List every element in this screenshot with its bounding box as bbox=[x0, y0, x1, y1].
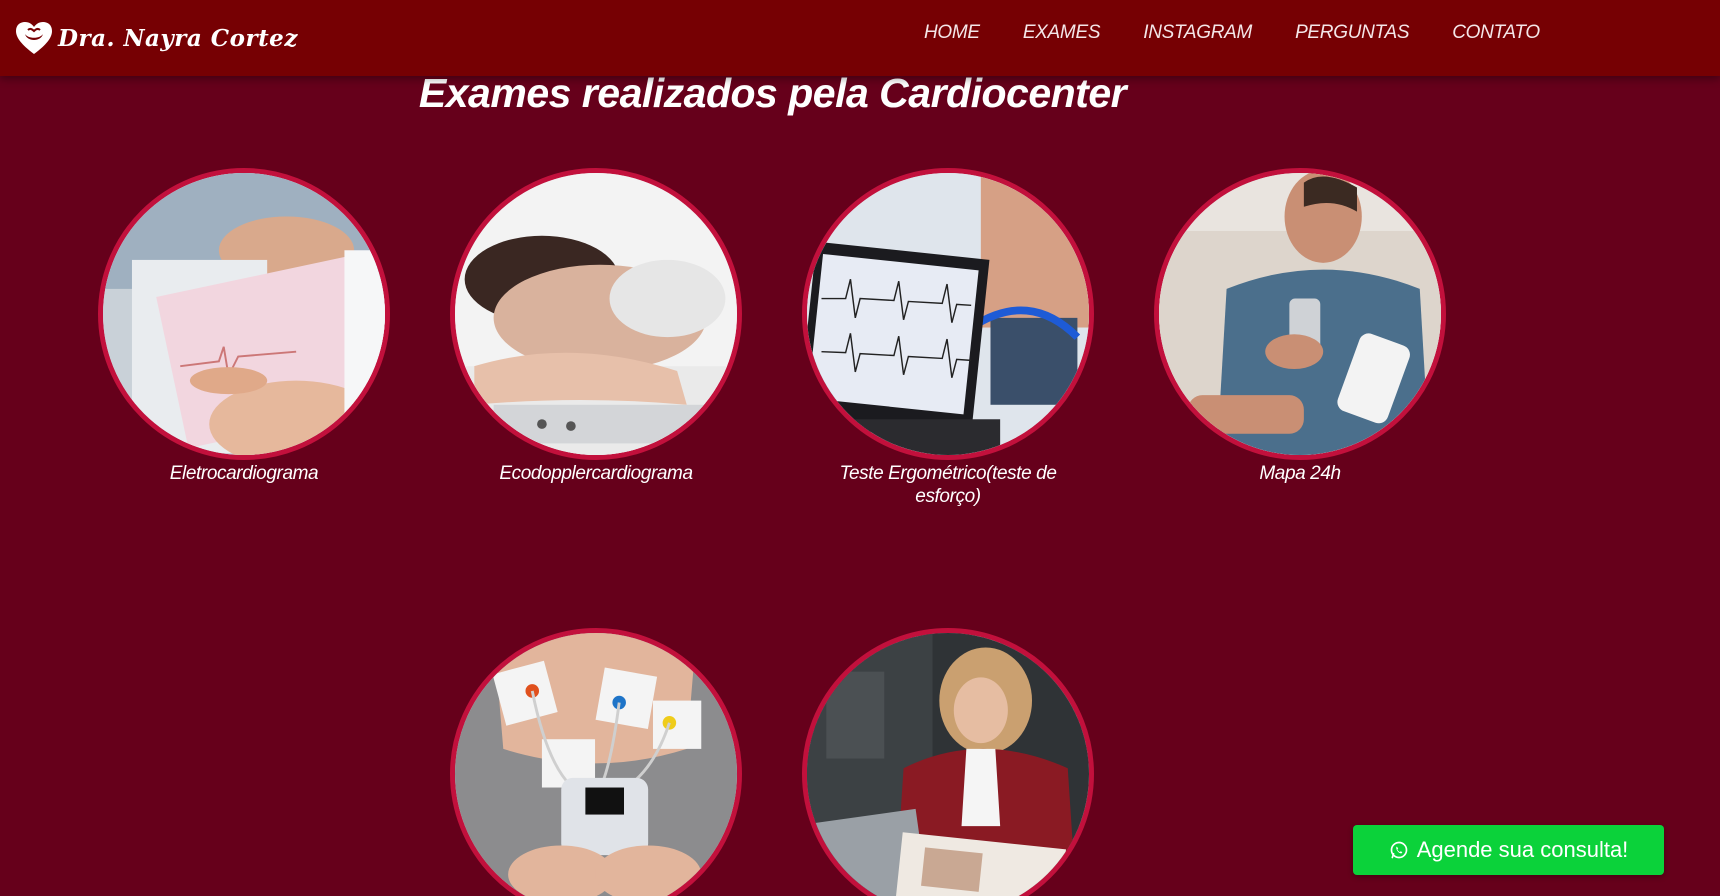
blood-pressure-monitor-photo bbox=[1159, 173, 1441, 455]
nav-contato[interactable]: CONTATO bbox=[1452, 22, 1540, 44]
logo-text: Dra. Nayra Cortez bbox=[58, 24, 298, 52]
exam-image bbox=[450, 628, 742, 896]
exam-card-holter[interactable] bbox=[446, 628, 746, 896]
exam-label: Ecodopplercardiograma bbox=[499, 463, 693, 484]
heart-logo-icon bbox=[16, 22, 52, 54]
exam-card-eletrocardiograma[interactable]: Eletrocardiograma bbox=[94, 168, 394, 485]
site-logo[interactable]: Dra. Nayra Cortez bbox=[14, 18, 298, 58]
exam-card-teste-ergometrico[interactable]: Teste Ergométrico(teste de esforço) bbox=[798, 168, 1098, 508]
exam-card-mapa-24h[interactable]: Mapa 24h bbox=[1150, 168, 1450, 485]
exam-label: Mapa 24h bbox=[1259, 463, 1341, 484]
schedule-appointment-button[interactable]: Agende sua consulta! bbox=[1353, 825, 1664, 875]
echocardiogram-photo bbox=[455, 173, 737, 455]
main-nav: HOME EXAMES INSTAGRAM PERGUNTAS CONTATO bbox=[924, 22, 1540, 44]
cta-label: Agende sua consulta! bbox=[1416, 837, 1629, 862]
nav-home[interactable]: HOME bbox=[924, 22, 980, 44]
holter-electrodes-photo bbox=[455, 633, 737, 896]
stress-test-photo bbox=[807, 173, 1089, 455]
site-header: Dra. Nayra Cortez HOME EXAMES INSTAGRAM … bbox=[0, 0, 1720, 76]
exam-image bbox=[802, 168, 1094, 460]
exam-card-doctor[interactable] bbox=[798, 628, 1098, 896]
exam-card-ecodopplercardiograma[interactable]: Ecodopplercardiograma bbox=[446, 168, 746, 485]
exam-label: Teste Ergométrico(teste de esforço) bbox=[839, 463, 1057, 507]
section-title: Exames realizados pela Cardiocenter bbox=[418, 70, 1127, 116]
ecg-paper-photo bbox=[103, 173, 385, 455]
exam-image bbox=[1154, 168, 1446, 460]
doctor-reading-photo bbox=[807, 633, 1089, 896]
exam-image bbox=[802, 628, 1094, 896]
nav-exames[interactable]: EXAMES bbox=[1023, 22, 1101, 44]
nav-perguntas[interactable]: PERGUNTAS bbox=[1295, 22, 1409, 44]
exam-image bbox=[450, 168, 742, 460]
exam-label: Eletrocardiograma bbox=[169, 463, 319, 484]
whatsapp-icon bbox=[1390, 841, 1408, 859]
page: Dra. Nayra Cortez HOME EXAMES INSTAGRAM … bbox=[0, 0, 1720, 896]
exam-image bbox=[98, 168, 390, 460]
nav-instagram[interactable]: INSTAGRAM bbox=[1143, 22, 1252, 44]
